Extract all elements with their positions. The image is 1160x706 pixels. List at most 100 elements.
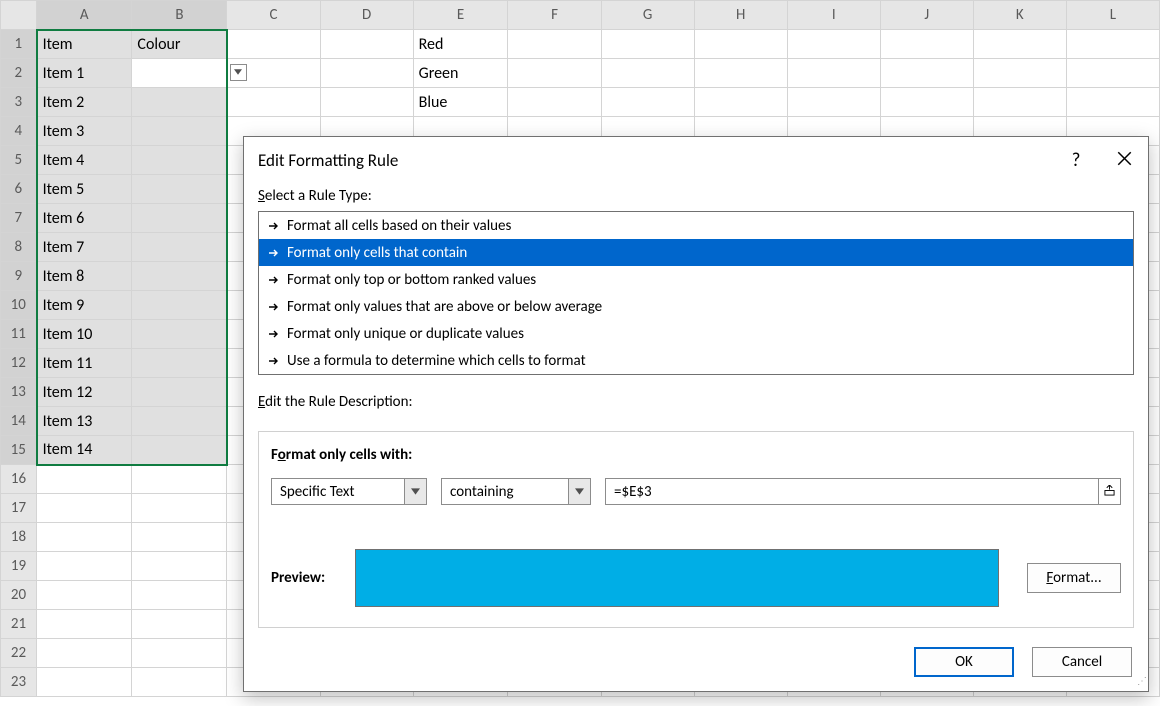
cell-A14[interactable]: Item 13 (37, 407, 132, 436)
cell-A1[interactable]: Item (37, 30, 132, 59)
row-header-1[interactable]: 1 (1, 30, 37, 59)
cell-E3[interactable]: Blue (413, 88, 508, 117)
cell-I2[interactable] (787, 59, 880, 88)
close-button[interactable] (1100, 137, 1148, 183)
row-header-11[interactable]: 11 (1, 320, 37, 349)
cell-A5[interactable]: Item 4 (37, 146, 132, 175)
cell-A20[interactable] (37, 581, 132, 610)
row-header-8[interactable]: 8 (1, 233, 37, 262)
cell-B23[interactable] (132, 668, 227, 697)
cell-B13[interactable] (132, 378, 227, 407)
cell-F3[interactable] (508, 88, 601, 117)
cell-G2[interactable] (601, 59, 694, 88)
cell-B7[interactable] (132, 204, 227, 233)
row-header-19[interactable]: 19 (1, 552, 37, 581)
cell-A4[interactable]: Item 3 (37, 117, 132, 146)
column-header-B[interactable]: B (132, 1, 227, 30)
cell-B4[interactable] (132, 117, 227, 146)
cell-B16[interactable] (132, 465, 227, 494)
collapse-dialog-button[interactable] (1098, 479, 1120, 504)
cell-G1[interactable] (601, 30, 694, 59)
cell-E2[interactable]: Green (413, 59, 508, 88)
cell-B15[interactable] (132, 436, 227, 465)
cell-I1[interactable] (787, 30, 880, 59)
rule-type-option[interactable]: Format only unique or duplicate values (259, 320, 1133, 347)
row-header-10[interactable]: 10 (1, 291, 37, 320)
cell-A12[interactable]: Item 11 (37, 349, 132, 378)
cell-B17[interactable] (132, 494, 227, 523)
row-header-21[interactable]: 21 (1, 610, 37, 639)
cell-I3[interactable] (787, 88, 880, 117)
row-header-12[interactable]: 12 (1, 349, 37, 378)
cell-A21[interactable] (37, 610, 132, 639)
cell-H3[interactable] (694, 88, 787, 117)
select-all-corner[interactable] (1, 1, 37, 30)
cell-A2[interactable]: Item 1 (37, 59, 132, 88)
row-header-5[interactable]: 5 (1, 146, 37, 175)
row-header-2[interactable]: 2 (1, 59, 37, 88)
rule-type-option[interactable]: Format all cells based on their values (259, 212, 1133, 239)
cell-L1[interactable] (1066, 30, 1159, 59)
row-header-14[interactable]: 14 (1, 407, 37, 436)
column-header-J[interactable]: J (880, 1, 973, 30)
cell-value-type-combo[interactable]: Specific Text (271, 478, 427, 505)
cell-B20[interactable] (132, 581, 227, 610)
cell-H1[interactable] (694, 30, 787, 59)
row-header-9[interactable]: 9 (1, 262, 37, 291)
reference-input[interactable]: =$E$3 (605, 478, 1121, 505)
rule-type-option[interactable]: Use a formula to determine which cells t… (259, 347, 1133, 374)
cell-A22[interactable] (37, 639, 132, 668)
row-header-17[interactable]: 17 (1, 494, 37, 523)
cell-B3[interactable] (132, 88, 227, 117)
cell-B9[interactable] (132, 262, 227, 291)
cell-A17[interactable] (37, 494, 132, 523)
cell-B14[interactable] (132, 407, 227, 436)
cell-A11[interactable]: Item 10 (37, 320, 132, 349)
column-header-E[interactable]: E (413, 1, 508, 30)
cell-B22[interactable] (132, 639, 227, 668)
cell-B19[interactable] (132, 552, 227, 581)
format-button[interactable]: Format... (1027, 563, 1121, 593)
column-header-F[interactable]: F (508, 1, 601, 30)
row-header-15[interactable]: 15 (1, 436, 37, 465)
help-button[interactable]: ? (1052, 137, 1100, 183)
row-header-13[interactable]: 13 (1, 378, 37, 407)
rule-type-option[interactable]: Format only top or bottom ranked values (259, 266, 1133, 293)
cell-G3[interactable] (601, 88, 694, 117)
cancel-button[interactable]: Cancel (1032, 647, 1132, 677)
cell-L2[interactable] (1066, 59, 1159, 88)
row-header-20[interactable]: 20 (1, 581, 37, 610)
ok-button[interactable]: OK (914, 647, 1014, 677)
row-header-7[interactable]: 7 (1, 204, 37, 233)
cell-J3[interactable] (880, 88, 973, 117)
row-header-22[interactable]: 22 (1, 639, 37, 668)
cell-J1[interactable] (880, 30, 973, 59)
operator-combo[interactable]: containing (441, 478, 591, 505)
row-header-18[interactable]: 18 (1, 523, 37, 552)
column-header-C[interactable]: C (227, 1, 320, 30)
column-header-H[interactable]: H (694, 1, 787, 30)
cell-A16[interactable] (37, 465, 132, 494)
column-header-A[interactable]: A (37, 1, 132, 30)
cell-E1[interactable]: Red (413, 30, 508, 59)
cell-B12[interactable] (132, 349, 227, 378)
cell-A8[interactable]: Item 7 (37, 233, 132, 262)
cell-B11[interactable] (132, 320, 227, 349)
resize-grip-icon[interactable]: ⋰ (1136, 679, 1146, 689)
rule-type-option[interactable]: Format only cells that contain (259, 239, 1133, 266)
cell-A19[interactable] (37, 552, 132, 581)
row-header-3[interactable]: 3 (1, 88, 37, 117)
cell-F1[interactable] (508, 30, 601, 59)
cell-B2[interactable] (132, 59, 227, 88)
cell-A13[interactable]: Item 12 (37, 378, 132, 407)
cell-A3[interactable]: Item 2 (37, 88, 132, 117)
cell-A18[interactable] (37, 523, 132, 552)
column-header-I[interactable]: I (787, 1, 880, 30)
cell-A15[interactable]: Item 14 (37, 436, 132, 465)
column-header-G[interactable]: G (601, 1, 694, 30)
cell-J2[interactable] (880, 59, 973, 88)
cell-A7[interactable]: Item 6 (37, 204, 132, 233)
column-header-K[interactable]: K (973, 1, 1066, 30)
cell-B10[interactable] (132, 291, 227, 320)
column-header-D[interactable]: D (320, 1, 413, 30)
